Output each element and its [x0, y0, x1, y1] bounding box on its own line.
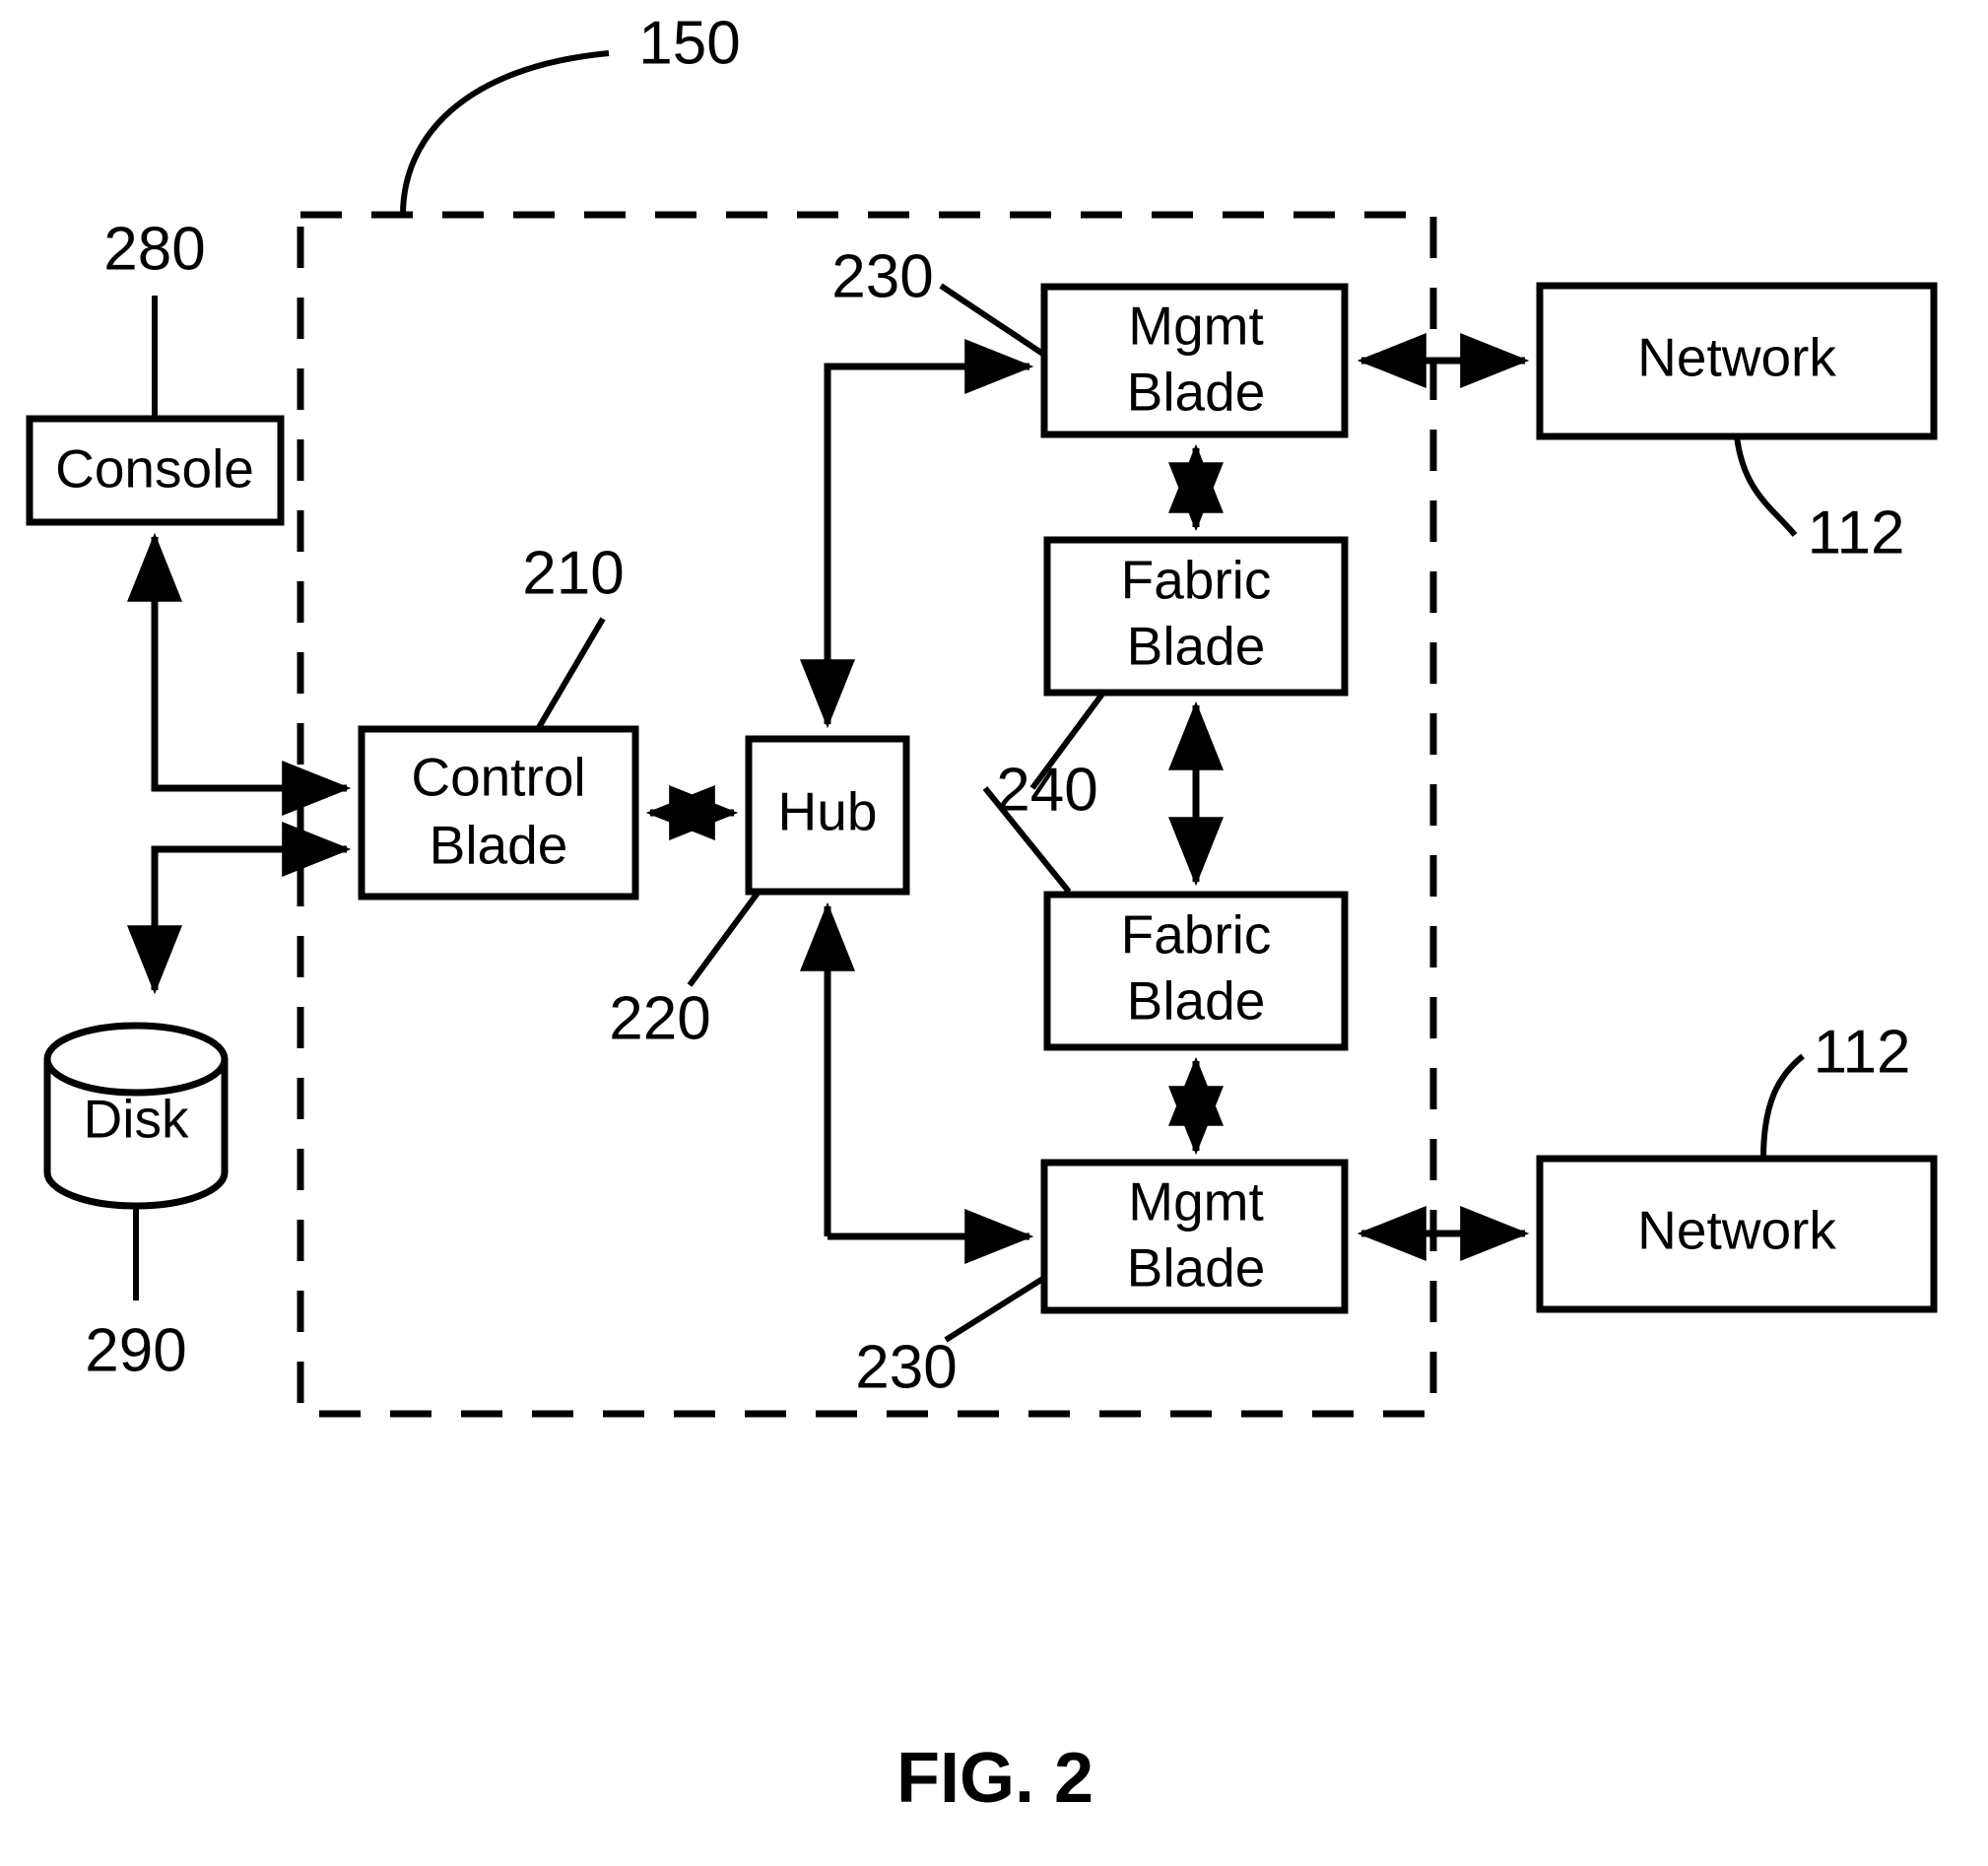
fabric-blade-bottom-label-line1: Fabric [1121, 904, 1272, 966]
network-top-label: Network [1637, 327, 1836, 388]
connector-console-to-control-blade [151, 613, 352, 816]
leader-line-220 [687, 890, 762, 987]
ref-number-240: 240 [996, 756, 1097, 824]
connector-hub-to-mgmt-blade-top [824, 339, 1034, 724]
leader-line-230-bottom [944, 1275, 1046, 1343]
control-blade-label-line1: Control [411, 747, 585, 808]
leader-line-112-bottom [1760, 1053, 1805, 1160]
disk-label: Disk [84, 1089, 189, 1150]
mgmt-blade-bottom-label-line2: Blade [1127, 1237, 1266, 1299]
control-blade-label-line2: Blade [430, 815, 568, 876]
leader-line-230-top [939, 283, 1046, 358]
mgmt-blade-top-label-line2: Blade [1127, 362, 1266, 423]
ref-number-280: 280 [103, 215, 205, 283]
leader-line-150 [400, 50, 610, 216]
leader-line-210 [535, 617, 606, 731]
mgmt-blade-bottom-label-line1: Mgmt [1128, 1171, 1264, 1233]
fabric-blade-top-label-line2: Blade [1127, 616, 1266, 677]
figure-canvas: 150 Console 280 Disk 290 Control Blade 2… [26, 9, 1938, 1818]
figure-caption: FIG. 2 [896, 1739, 1093, 1818]
ref-number-150: 150 [638, 9, 740, 77]
ref-number-210: 210 [522, 539, 624, 607]
console-label: Console [55, 438, 254, 500]
hub-label: Hub [778, 781, 878, 842]
disk-cylinder-top [43, 1022, 229, 1097]
network-bottom-label: Network [1637, 1200, 1836, 1261]
fabric-blade-top-label-line1: Fabric [1121, 550, 1272, 611]
ref-number-230-top: 230 [831, 242, 933, 310]
leader-line-112-top [1734, 435, 1798, 537]
patent-figure-2: 150 Console 280 Disk 290 Control Blade 2… [0, 0, 1988, 1866]
ref-number-112-top: 112 [1808, 499, 1905, 566]
connector-control-blade-to-disk [127, 845, 347, 995]
fabric-blade-bottom-label-line2: Blade [1127, 970, 1266, 1032]
ref-number-230-bottom: 230 [855, 1333, 957, 1401]
ref-number-112-bottom: 112 [1814, 1018, 1911, 1086]
mgmt-blade-top-label-line1: Mgmt [1128, 296, 1264, 357]
ref-number-290: 290 [85, 1316, 186, 1384]
ref-number-220: 220 [609, 984, 710, 1052]
